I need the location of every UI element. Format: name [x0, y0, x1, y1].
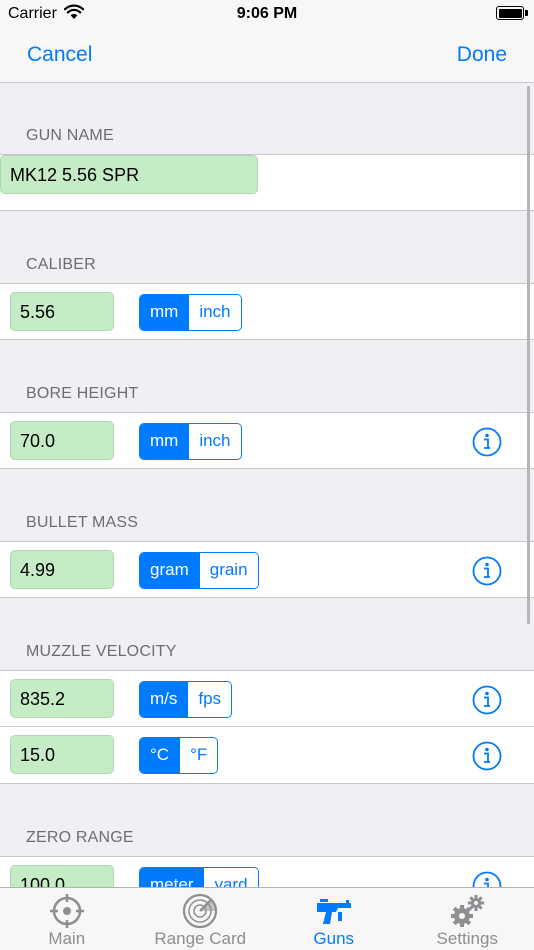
- battery-icon: [496, 6, 528, 20]
- zero-range-unit-meter[interactable]: meter: [140, 868, 204, 887]
- tab-main-label: Main: [48, 929, 86, 948]
- zero-range-info-icon[interactable]: [472, 871, 502, 887]
- muzzle-temperature-row: 15.0 °C °F: [0, 727, 534, 784]
- temperature-unit-selector: °C °F: [139, 737, 219, 774]
- tab-guns[interactable]: Guns: [267, 888, 401, 950]
- zero-range-field[interactable]: 100.0: [10, 865, 114, 887]
- bullet-mass-unit-gram[interactable]: gram: [140, 553, 199, 588]
- section-header-caliber: CALIBER: [26, 256, 96, 273]
- tab-settings-label: Settings: [436, 929, 498, 948]
- tab-settings[interactable]: Settings: [401, 888, 534, 950]
- cancel-button[interactable]: Cancel: [27, 43, 92, 67]
- muzzle-velocity-field[interactable]: 835.2: [10, 679, 114, 718]
- gun-name-row: MK12 5.56 SPR: [0, 154, 534, 211]
- gun-edit-screen: Carrier 9:06 PM Cancel Done GUN NAME MK1…: [0, 0, 534, 950]
- muzzle-velocity-info-icon[interactable]: [472, 685, 502, 715]
- bullet-mass-unit-selector: gram grain: [139, 552, 259, 589]
- tab-range-card[interactable]: Range Card: [134, 888, 268, 950]
- bullet-mass-field[interactable]: 4.99: [10, 550, 114, 589]
- muzzle-velocity-row: 835.2 m/s fps: [0, 670, 534, 727]
- gun-icon: [316, 899, 351, 924]
- bullet-mass-info-icon[interactable]: [472, 556, 502, 586]
- radar-icon: [183, 893, 218, 929]
- status-bar: Carrier 9:06 PM: [0, 0, 534, 30]
- bore-height-unit-mm[interactable]: mm: [140, 424, 189, 459]
- section-header-bore-height: BORE HEIGHT: [26, 385, 139, 402]
- caliber-field[interactable]: 5.56: [10, 292, 114, 331]
- scroll-indicator[interactable]: [527, 86, 530, 624]
- velocity-unit-fps[interactable]: fps: [187, 682, 232, 717]
- section-header-muzzle-velocity: MUZZLE VELOCITY: [26, 643, 177, 660]
- done-button[interactable]: Done: [457, 43, 507, 67]
- bore-height-field[interactable]: 70.0: [10, 421, 114, 460]
- zero-range-unit-selector: meter yard: [139, 867, 259, 887]
- caliber-unit-mm[interactable]: mm: [140, 295, 189, 330]
- crosshair-icon: [49, 894, 84, 928]
- muzzle-temperature-field[interactable]: 15.0: [10, 735, 114, 774]
- temperature-unit-fahrenheit[interactable]: °F: [179, 738, 218, 773]
- bullet-mass-row: 4.99 gram grain: [0, 541, 534, 598]
- tab-bar: Main Range Card Guns Settings: [0, 887, 534, 950]
- bore-height-unit-inch[interactable]: inch: [188, 424, 241, 459]
- zero-range-row: 100.0 meter yard: [0, 856, 534, 887]
- tab-guns-label: Guns: [313, 929, 355, 948]
- bullet-mass-unit-grain[interactable]: grain: [198, 553, 258, 588]
- zero-range-unit-yard[interactable]: yard: [203, 868, 258, 887]
- tab-range-card-label: Range Card: [154, 929, 247, 948]
- gun-form[interactable]: GUN NAME MK12 5.56 SPR CALIBER 5.56 mm i…: [0, 84, 534, 887]
- caliber-unit-inch[interactable]: inch: [188, 295, 241, 330]
- gears-icon: [451, 895, 485, 927]
- section-header-gun-name: GUN NAME: [26, 127, 114, 144]
- temperature-unit-celsius[interactable]: °C: [140, 738, 180, 773]
- muzzle-velocity-unit-selector: m/s fps: [139, 681, 233, 718]
- bore-height-unit-selector: mm inch: [139, 423, 242, 460]
- gun-name-field[interactable]: MK12 5.56 SPR: [0, 155, 258, 194]
- section-header-bullet-mass: BULLET MASS: [26, 514, 139, 531]
- bore-height-info-icon[interactable]: [472, 427, 502, 457]
- caliber-row: 5.56 mm inch: [0, 283, 534, 340]
- caliber-unit-selector: mm inch: [139, 294, 242, 331]
- status-time: 9:06 PM: [236, 5, 298, 22]
- tab-main[interactable]: Main: [0, 888, 134, 950]
- section-header-zero-range: ZERO RANGE: [26, 829, 134, 846]
- navigation-bar: Cancel Done: [0, 30, 534, 83]
- temperature-info-icon[interactable]: [472, 741, 502, 771]
- velocity-unit-mps[interactable]: m/s: [140, 682, 188, 717]
- bore-height-row: 70.0 mm inch: [0, 412, 534, 469]
